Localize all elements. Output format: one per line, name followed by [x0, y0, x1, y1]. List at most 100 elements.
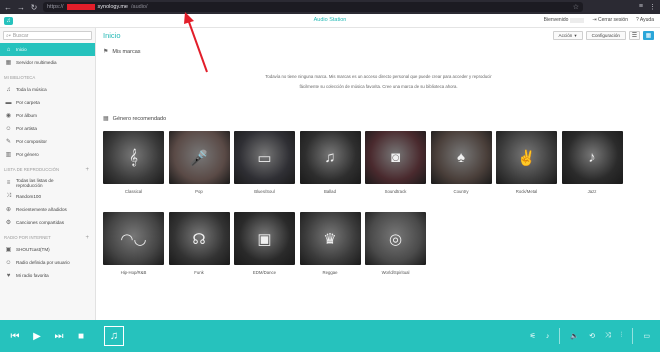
browser-menu-area: ≡ ⋮ [639, 3, 656, 11]
genre-tile[interactable]: ✌ Rock/Metal [496, 131, 557, 194]
play-icon[interactable]: ▶ [26, 331, 48, 342]
bookmark-star-icon[interactable]: ☆ [573, 3, 579, 11]
configuration-label: Configuración [591, 33, 620, 38]
sidebar-item-all-music[interactable]: ♫ Toda la música [0, 83, 95, 96]
sidebar-item-random100[interactable]: ⤨ Random100 [0, 190, 95, 203]
action-button[interactable]: Acción ▾ [552, 31, 583, 40]
equalizer-icon[interactable]: ⫶ [621, 332, 623, 340]
genre-tile[interactable]: 🎤 Pop [168, 131, 230, 194]
sidebar-item-user-radio[interactable]: ☺ Radio definida por usuario [0, 256, 95, 269]
sidebar-item-by-composer[interactable]: ✎ Por compositor [0, 135, 95, 148]
genre-icon: ▥ [5, 152, 12, 158]
repeat-icon[interactable]: ⟲ [589, 332, 595, 340]
sidebar: ⌕▾ Buscar ⌂ Inicio ▦ Servidor multimedia… [0, 28, 96, 320]
address-bar[interactable]: https:// synology.me /audio/ ☆ [43, 2, 583, 12]
next-icon[interactable]: ⏭ [48, 331, 70, 342]
radio-heading-label: RADIO POR INTERNET [4, 235, 51, 240]
lyrics-icon[interactable]: ♪ [546, 333, 550, 340]
genre-tile[interactable]: ♫ Ballad [299, 131, 361, 194]
genre-tile[interactable]: ◙ Soundtrack [365, 131, 426, 194]
now-playing-cover[interactable]: ♫ [104, 326, 124, 346]
url-prefix: https:// [47, 4, 64, 10]
sidebar-item-shared-songs[interactable]: ⚙ Canciones compartidas [0, 216, 95, 229]
sidebar-item-label: Inicio [16, 47, 27, 52]
configuration-button[interactable]: Configuración [585, 31, 626, 40]
sidebar-item-label: Por álbum [16, 113, 37, 118]
main-toolbar: Acción ▾ Configuración ☰ ▦ [552, 31, 654, 40]
logout-label: Cerrar sesión [597, 17, 628, 23]
add-playlist-icon[interactable]: + [85, 167, 89, 173]
library-icon[interactable]: ≡ [639, 3, 643, 11]
genre-tile[interactable]: ▭ Blues/Soul [234, 131, 295, 194]
search-input[interactable]: ⌕▾ Buscar [3, 31, 92, 40]
grid-view-button[interactable]: ▦ [643, 31, 654, 40]
previous-icon[interactable]: ⏮ [4, 331, 26, 342]
sidebar-item-label: Canciones compartidas [16, 220, 65, 225]
reload-icon[interactable]: ↻ [30, 3, 38, 12]
sidebar-item-label: Toda la música [16, 87, 47, 92]
album-icon: ◉ [5, 113, 12, 119]
genre-label: Rock/Metal [515, 189, 538, 194]
sidebar-item-label: Mi radio favorita [16, 273, 49, 278]
player-bar: ⏮ ▶ ⏭ ■ ♫ ⚟ ♪ 🔈 ⟲ ⤨ ⫶ ▭ [0, 320, 660, 352]
genre-label: World/Spiritual [381, 270, 410, 275]
stop-icon[interactable]: ■ [70, 331, 92, 342]
genre-artwork: ♫ [299, 131, 361, 184]
back-icon[interactable]: ← [4, 3, 12, 12]
genre-icon: ♛ [323, 230, 337, 248]
mini-player-icon[interactable]: ▭ [643, 332, 650, 340]
my-marks-heading: ⚑ Mis marcas [103, 48, 141, 56]
genre-artwork: ☊ [168, 212, 230, 265]
sidebar-item-recently-added[interactable]: ⊕ Recientemente añadidos [0, 203, 95, 216]
playlist-section-heading: LISTA DE REPRODUCCIÓN + [0, 164, 95, 175]
genre-tile[interactable]: ♛ Reggae [299, 212, 361, 275]
welcome-user: Bienvenido [544, 17, 585, 23]
sidebar-item-inicio[interactable]: ⌂ Inicio [0, 43, 95, 56]
empty-marks-line-1: Todavía no tiene ninguna marca. Mis marc… [265, 74, 492, 79]
genre-label: EDM/Dance [252, 270, 277, 275]
genre-tile[interactable]: ♪ Jazz [561, 131, 623, 194]
genre-tile[interactable]: ◠◡ Hip-Hop/R&B [103, 212, 164, 275]
logout-button[interactable]: ⇥ Cerrar sesión [592, 17, 628, 23]
menu-icon[interactable]: ⋮ [649, 3, 656, 11]
library-heading-label: MI BIBLIOTECA [4, 75, 36, 80]
genre-label: Pop [195, 189, 203, 194]
sidebar-item-label: SHOUTcast(TM) [16, 247, 50, 252]
genre-label: Blues/Soul [254, 189, 275, 194]
genre-icon: ☊ [192, 230, 206, 248]
list-view-button[interactable]: ☰ [629, 31, 640, 40]
genre-label: Classical [124, 189, 143, 194]
playlist-icon: ≡ [6, 179, 11, 186]
volume-icon[interactable]: 🔈 [570, 332, 579, 340]
sidebar-item-label: Por artista [16, 126, 37, 131]
sidebar-item-media-server[interactable]: ▦ Servidor multimedia [0, 56, 95, 69]
shuffle-icon[interactable]: ⤨ [605, 332, 611, 340]
forward-icon[interactable]: → [17, 3, 25, 12]
sidebar-item-by-folder[interactable]: ▬ Por carpeta [0, 96, 95, 109]
genre-tile[interactable]: 𝄞 Classical [103, 131, 164, 194]
genre-artwork: ◠◡ [103, 212, 164, 265]
sidebar-item-label: Todas las listas de reproducción [16, 177, 54, 188]
genre-tile[interactable]: ♠ Country [430, 131, 492, 194]
sidebar-item-by-genre[interactable]: ▥ Por género [0, 148, 95, 161]
genre-label: Ballad [324, 189, 336, 194]
help-button[interactable]: ? Ayuda [636, 17, 654, 23]
sidebar-item-favorite-radio[interactable]: ♥ Mi radio favorita [0, 269, 95, 282]
shuffle-icon: ⤨ [6, 193, 11, 199]
queue-icon[interactable]: ⚟ [530, 332, 536, 340]
home-icon: ⌂ [6, 46, 11, 53]
genre-icon: ✌ [517, 149, 536, 167]
heart-icon: ♥ [6, 272, 11, 279]
genre-tile[interactable]: ▣ EDM/Dance [234, 212, 295, 275]
shared-songs-icon: ⚙ [5, 220, 12, 226]
add-radio-icon[interactable]: + [85, 235, 89, 241]
sidebar-item-shoutcast[interactable]: ▣ SHOUTcast(TM) [0, 243, 95, 256]
sidebar-item-by-artist[interactable]: ☺ Por artista [0, 122, 95, 135]
genre-artwork: ♛ [299, 212, 361, 265]
genre-tile[interactable]: ◎ World/Spiritual [365, 212, 426, 275]
genre-icon: 🎤 [189, 149, 209, 167]
sidebar-item-by-album[interactable]: ◉ Por álbum [0, 109, 95, 122]
genre-tile[interactable]: ☊ Funk [168, 212, 230, 275]
genre-artwork: 𝄞 [103, 131, 164, 184]
sidebar-item-all-playlists[interactable]: ≡ Todas las listas de reproducción [0, 175, 95, 190]
